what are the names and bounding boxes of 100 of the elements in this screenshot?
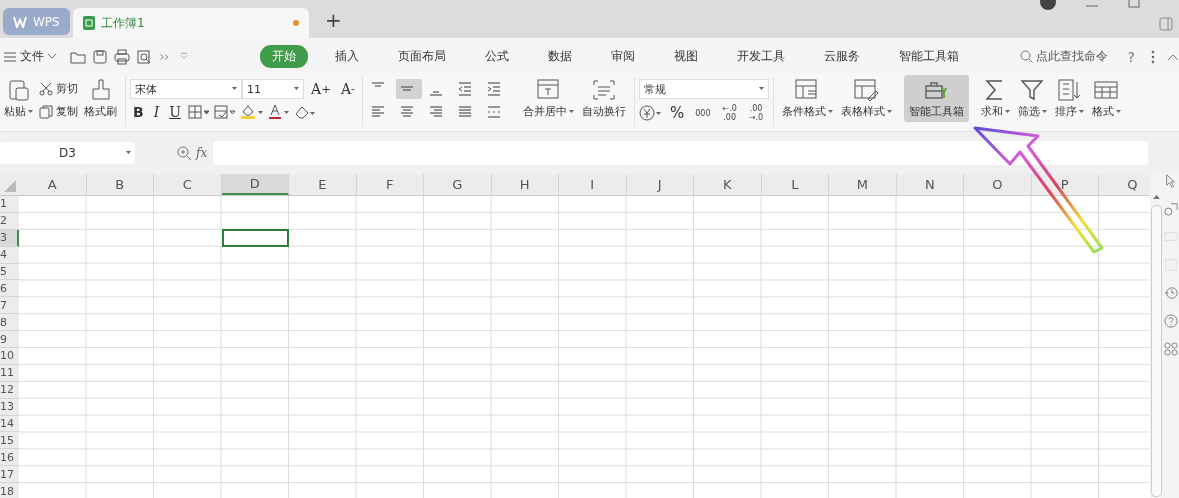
save-icon[interactable]: [92, 48, 108, 65]
zoom-icon[interactable]: [177, 145, 192, 161]
row-header[interactable]: 8: [0, 314, 19, 332]
ribbon-tab[interactable]: 插入: [323, 45, 371, 68]
column-header[interactable]: F: [356, 174, 424, 195]
conditional-button[interactable]: 条件格式: [778, 75, 837, 122]
file-menu[interactable]: 文件: [0, 48, 62, 65]
name-box[interactable]: D3: [0, 142, 135, 164]
function-label[interactable]: fx: [196, 146, 208, 160]
collapse-icon[interactable]: [1167, 52, 1179, 61]
print-icon[interactable]: [114, 48, 130, 65]
print-preview-icon[interactable]: [136, 48, 152, 65]
currency-icon[interactable]: [639, 105, 663, 121]
column-header[interactable]: D: [221, 174, 289, 195]
cut-button[interactable]: 剪切: [37, 79, 80, 98]
column-header[interactable]: O: [964, 174, 1032, 195]
more-vertical-icon[interactable]: [1151, 49, 1155, 64]
filter-button[interactable]: 筛选: [1014, 75, 1051, 122]
font-size-field[interactable]: 11: [242, 79, 304, 99]
row-header[interactable]: 17: [0, 466, 19, 484]
column-header[interactable]: G: [424, 174, 492, 195]
select-all-icon[interactable]: [4, 180, 16, 192]
format-button[interactable]: 格式: [1088, 75, 1125, 122]
row-header[interactable]: 16: [0, 449, 19, 467]
cell-fill-icon[interactable]: [214, 105, 236, 119]
decrease-decimal-button[interactable]: .00 →.0: [744, 104, 768, 122]
fill-color-icon[interactable]: [240, 104, 264, 120]
column-header[interactable]: K: [694, 174, 762, 195]
scroll-up-icon[interactable]: [1153, 194, 1160, 199]
row-header[interactable]: 15: [0, 432, 19, 450]
wrap-text-icon: [591, 78, 617, 102]
command-search[interactable]: 点此查找命令: [1019, 48, 1108, 65]
formula-input[interactable]: [213, 141, 1149, 165]
sum-button[interactable]: 求和: [977, 75, 1014, 122]
shapes-icon[interactable]: [1164, 202, 1178, 216]
caret-icon: [232, 87, 237, 91]
ribbon-tab[interactable]: 开发工具: [725, 45, 797, 68]
italic-button[interactable]: I: [150, 103, 163, 121]
caret-icon: [759, 87, 764, 91]
scissors-icon: [39, 81, 53, 96]
row-header[interactable]: 9: [0, 331, 19, 348]
format-painter-button[interactable]: 格式刷: [80, 75, 121, 122]
table-style-button[interactable]: 表格样式: [837, 75, 896, 122]
paste-button[interactable]: 粘贴: [0, 75, 37, 122]
table-pen-icon: [853, 78, 880, 102]
align-middle-icon[interactable]: [396, 79, 422, 99]
apps-icon[interactable]: [1164, 342, 1178, 356]
increase-decimal-button[interactable]: ←.0 .00: [718, 104, 741, 122]
sort-button[interactable]: 排序: [1051, 75, 1088, 122]
history-icon[interactable]: [1164, 286, 1178, 300]
row-header[interactable]: 18: [0, 483, 19, 498]
column-header[interactable]: C: [154, 174, 222, 195]
column-header[interactable]: P: [1031, 174, 1099, 195]
bold-button[interactable]: B: [130, 103, 147, 121]
row-header[interactable]: 10: [0, 348, 19, 365]
column-header[interactable]: N: [896, 174, 964, 195]
toolbox-button[interactable]: 智能工具箱: [904, 75, 969, 122]
ribbon-tab[interactable]: 审阅: [599, 45, 647, 68]
help-button[interactable]: ?: [1121, 47, 1141, 66]
number-format-field[interactable]: 常规: [639, 79, 769, 99]
ribbon-tab[interactable]: 数据: [536, 45, 584, 68]
clipboard-icon: [7, 78, 30, 102]
row-header[interactable]: 1: [0, 196, 19, 213]
column-header[interactable]: L: [761, 174, 829, 195]
column-header[interactable]: H: [491, 174, 559, 195]
wrap-text-button[interactable]: 自动换行: [578, 75, 630, 122]
column-header[interactable]: B: [86, 174, 154, 195]
ribbon-tab[interactable]: 智能工具箱: [887, 45, 971, 68]
help-circle-icon[interactable]: [1164, 314, 1178, 328]
search-icon: [1019, 50, 1033, 63]
column-header[interactable]: E: [289, 174, 357, 195]
document-tab[interactable]: 工作簿1: [73, 8, 309, 38]
ribbon-tab[interactable]: 公式: [473, 45, 521, 68]
font-name-field[interactable]: 宋体: [130, 79, 242, 99]
column-header[interactable]: M: [829, 174, 897, 195]
underline-button[interactable]: U: [166, 103, 184, 121]
format-icon: [1093, 78, 1120, 102]
column-header[interactable]: J: [626, 174, 694, 195]
cursor-icon[interactable]: [1164, 174, 1178, 188]
merge-center-button[interactable]: 合并居中: [519, 75, 578, 122]
panel-icon[interactable]: [1159, 17, 1173, 31]
row-header[interactable]: 6: [0, 280, 19, 298]
ribbon-tab[interactable]: 云服务: [812, 45, 872, 68]
caret-icon: [294, 87, 299, 91]
row-header[interactable]: 7: [0, 297, 19, 315]
scrollbar-thumb[interactable]: [1151, 205, 1162, 497]
selected-cell[interactable]: [221, 228, 289, 247]
tab-label: 工作簿1: [101, 14, 146, 32]
column-header[interactable]: A: [19, 174, 87, 195]
new-tab-button[interactable]: +: [325, 8, 342, 32]
font-color-icon[interactable]: [268, 104, 290, 120]
column-header[interactable]: I: [559, 174, 627, 195]
ribbon-tab[interactable]: 页面布局: [386, 45, 458, 68]
tab-label: WPS: [33, 14, 60, 29]
thousands-button[interactable]: 000: [691, 108, 715, 118]
copy-button[interactable]: 复制: [37, 102, 80, 121]
eraser-icon[interactable]: [294, 104, 316, 120]
ribbon-tab[interactable]: 视图: [662, 45, 710, 68]
percent-button[interactable]: %: [667, 103, 688, 123]
border-icon[interactable]: [188, 105, 210, 119]
